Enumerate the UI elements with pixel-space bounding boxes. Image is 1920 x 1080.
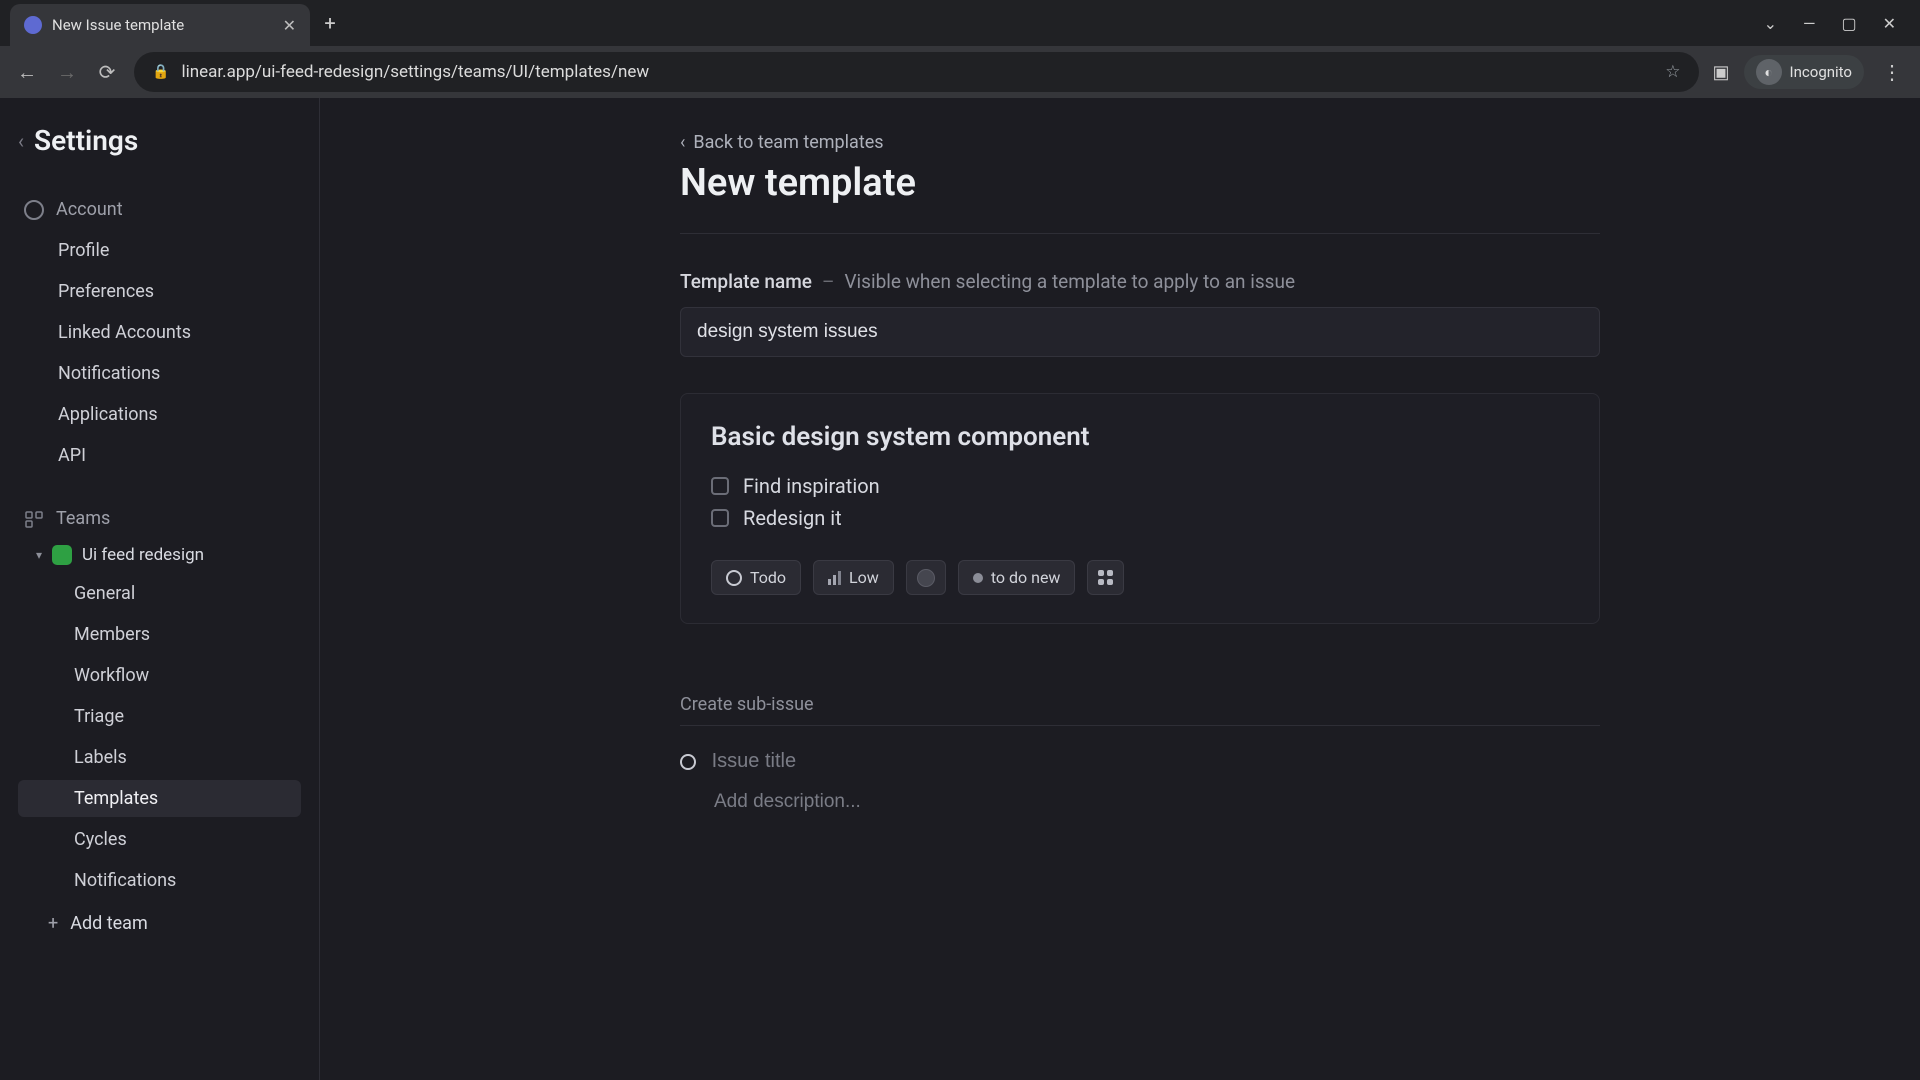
settings-title: Settings: [34, 124, 138, 157]
url-bar[interactable]: 🔒 linear.app/ui-feed-redesign/settings/t…: [134, 52, 1699, 92]
incognito-badge[interactable]: ◐ Incognito: [1744, 55, 1864, 89]
teams-section[interactable]: Teams: [18, 500, 301, 537]
priority-low-icon: [828, 571, 841, 585]
browser-tab[interactable]: New Issue template ✕: [10, 4, 310, 46]
sidebar-item-api[interactable]: API: [18, 437, 301, 474]
team-item-general[interactable]: General: [18, 575, 301, 612]
team-name: Ui feed redesign: [82, 545, 204, 565]
add-team-label: Add team: [70, 913, 148, 934]
settings-sidebar: ‹ Settings Account Profile Preferences L…: [0, 98, 320, 1080]
caret-down-icon: ▾: [36, 548, 42, 562]
status-todo-icon: [726, 570, 742, 586]
status-label: Todo: [750, 568, 786, 587]
account-icon: [24, 200, 44, 220]
checkbox-icon[interactable]: [711, 477, 729, 495]
checkbox-icon[interactable]: [711, 509, 729, 527]
subissue-description-input[interactable]: [714, 791, 1634, 813]
team-item-cycles[interactable]: Cycles: [18, 821, 301, 858]
sidebar-item-applications[interactable]: Applications: [18, 396, 301, 433]
back-link-label: Back to team templates: [693, 132, 883, 153]
label-dot-icon: [973, 573, 983, 583]
close-window-icon[interactable]: ✕: [1883, 14, 1896, 33]
template-body-card: Basic design system component Find inspi…: [680, 393, 1600, 624]
account-label: Account: [56, 199, 123, 220]
checklist-item[interactable]: Redesign it: [711, 506, 1569, 530]
settings-back-icon[interactable]: ‹: [18, 129, 24, 153]
template-body-title[interactable]: Basic design system component: [711, 422, 1569, 452]
team-item-labels[interactable]: Labels: [18, 739, 301, 776]
extensions-icon[interactable]: ▣: [1713, 62, 1730, 83]
team-item-notifications[interactable]: Notifications: [18, 862, 301, 899]
reload-icon[interactable]: ⟳: [94, 59, 120, 85]
main-content: ‹ Back to team templates New template Te…: [320, 98, 1920, 1080]
minimize-icon[interactable]: —: [1803, 14, 1816, 33]
sidebar-item-linked-accounts[interactable]: Linked Accounts: [18, 314, 301, 351]
dash: –: [822, 270, 834, 293]
browser-menu-icon[interactable]: ⋮: [1878, 60, 1906, 84]
back-to-templates-link[interactable]: ‹ Back to team templates: [680, 132, 1600, 153]
status-todo-icon[interactable]: [680, 754, 696, 770]
priority-label: Low: [849, 568, 879, 587]
template-name-hint: Visible when selecting a template to app…: [844, 270, 1295, 293]
teams-icon: [24, 509, 44, 529]
template-name-label: Template name: [680, 270, 812, 293]
checklist-item-label: Find inspiration: [743, 474, 880, 498]
chevron-left-icon: ‹: [680, 132, 685, 153]
url-text: linear.app/ui-feed-redesign/settings/tea…: [181, 62, 649, 82]
checklist-item-label: Redesign it: [743, 506, 842, 530]
tab-title: New Issue template: [52, 16, 273, 34]
maximize-icon[interactable]: ▢: [1841, 14, 1856, 33]
team-item-templates[interactable]: Templates: [18, 780, 301, 817]
add-team-button[interactable]: + Add team: [18, 899, 301, 940]
create-subissue-label: Create sub-issue: [680, 694, 1600, 726]
lock-icon: 🔒: [152, 64, 169, 80]
team-color-icon: [52, 545, 72, 565]
new-tab-button[interactable]: +: [316, 9, 344, 37]
assignee-pill[interactable]: [906, 560, 946, 595]
team-item-triage[interactable]: Triage: [18, 698, 301, 735]
plus-icon: +: [48, 913, 58, 934]
subissue-title-input[interactable]: [712, 750, 1600, 773]
back-icon[interactable]: ←: [14, 59, 40, 85]
sidebar-item-notifications[interactable]: Notifications: [18, 355, 301, 392]
incognito-icon: ◐: [1756, 59, 1782, 85]
checklist-item[interactable]: Find inspiration: [711, 474, 1569, 498]
label-pill[interactable]: to do new: [958, 560, 1076, 595]
teams-label: Teams: [56, 508, 110, 529]
divider: [680, 233, 1600, 234]
sidebar-item-profile[interactable]: Profile: [18, 232, 301, 269]
team-row[interactable]: ▾ Ui feed redesign: [18, 539, 301, 571]
assignee-icon: [917, 569, 935, 587]
more-properties-pill[interactable]: [1087, 560, 1124, 595]
linear-favicon: [24, 16, 42, 34]
team-item-workflow[interactable]: Workflow: [18, 657, 301, 694]
status-pill[interactable]: Todo: [711, 560, 801, 595]
priority-pill[interactable]: Low: [813, 560, 894, 595]
star-icon[interactable]: ☆: [1665, 62, 1680, 82]
team-item-members[interactable]: Members: [18, 616, 301, 653]
label-text: to do new: [991, 568, 1061, 587]
template-name-input[interactable]: [680, 307, 1600, 357]
sidebar-item-preferences[interactable]: Preferences: [18, 273, 301, 310]
close-tab-icon[interactable]: ✕: [283, 16, 296, 35]
incognito-label: Incognito: [1790, 63, 1852, 81]
chevron-down-icon[interactable]: ⌄: [1764, 14, 1777, 33]
forward-icon[interactable]: →: [54, 59, 80, 85]
page-title: New template: [680, 161, 1600, 205]
grid-icon: [1098, 570, 1113, 585]
account-section[interactable]: Account: [18, 191, 301, 228]
